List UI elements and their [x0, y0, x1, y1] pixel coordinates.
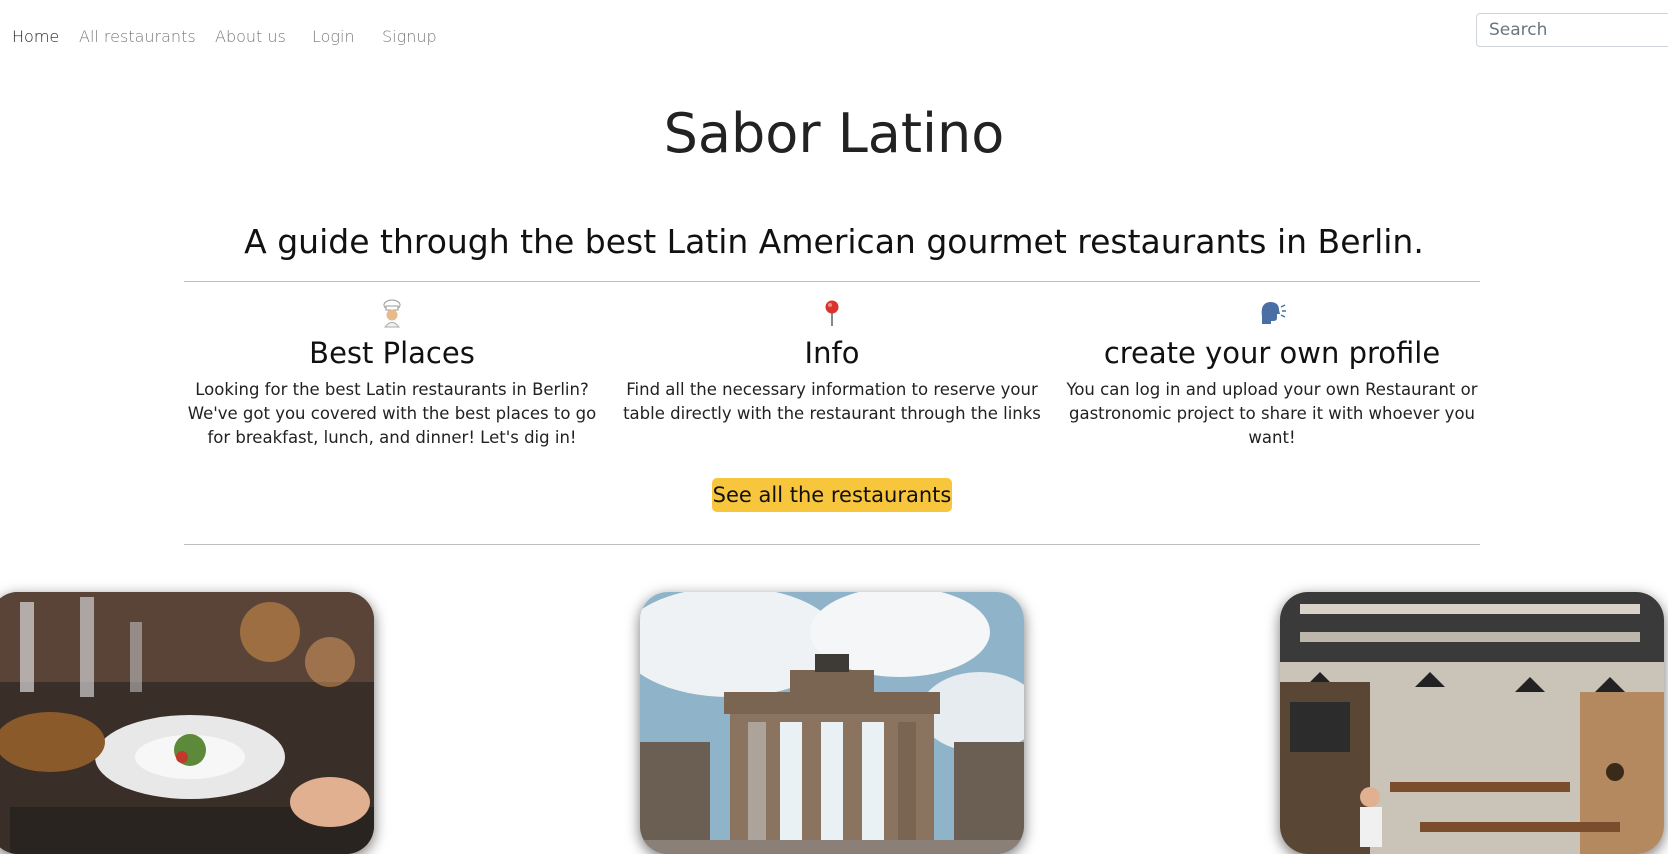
feature-title: Info	[804, 336, 860, 370]
feature-create-profile: create your own profile You can log in a…	[1062, 298, 1482, 450]
feature-title: create your own profile	[1103, 336, 1441, 370]
page-subtitle: A guide through the best Latin American …	[244, 222, 1424, 261]
brandenburg-gate-photo	[640, 592, 1024, 854]
feature-title: Best Places	[309, 336, 475, 370]
search-input[interactable]	[1476, 13, 1668, 47]
top-navbar: Home All restaurants About us Login Sign…	[0, 0, 1668, 78]
restaurant-interior-photo	[1280, 592, 1664, 854]
page-title: Sabor Latino	[663, 102, 1005, 165]
divider-top	[184, 281, 1480, 282]
speaking-head-icon	[1062, 298, 1482, 328]
dining-table-photo	[0, 592, 374, 854]
chef-icon	[182, 298, 602, 328]
nav-link-about-us[interactable]: About us	[215, 27, 286, 46]
feature-text: You can log in and upload your own Resta…	[1066, 380, 1478, 447]
feature-text: Looking for the best Latin restaurants i…	[187, 380, 597, 447]
nav-link-home[interactable]: Home	[12, 27, 59, 46]
feature-best-places: Best Places Looking for the best Latin r…	[182, 298, 602, 450]
nav-link-all-restaurants[interactable]: All restaurants	[79, 27, 196, 46]
nav-link-login[interactable]: Login	[312, 27, 355, 46]
nav-link-signup[interactable]: Signup	[382, 27, 437, 46]
map-pin-icon	[622, 298, 1042, 328]
feature-text: Find all the necessary information to re…	[623, 380, 1041, 423]
divider-bottom	[184, 544, 1480, 545]
feature-info: Info Find all the necessary information …	[622, 298, 1042, 426]
see-all-restaurants-button[interactable]: See all the restaurants	[712, 478, 952, 512]
